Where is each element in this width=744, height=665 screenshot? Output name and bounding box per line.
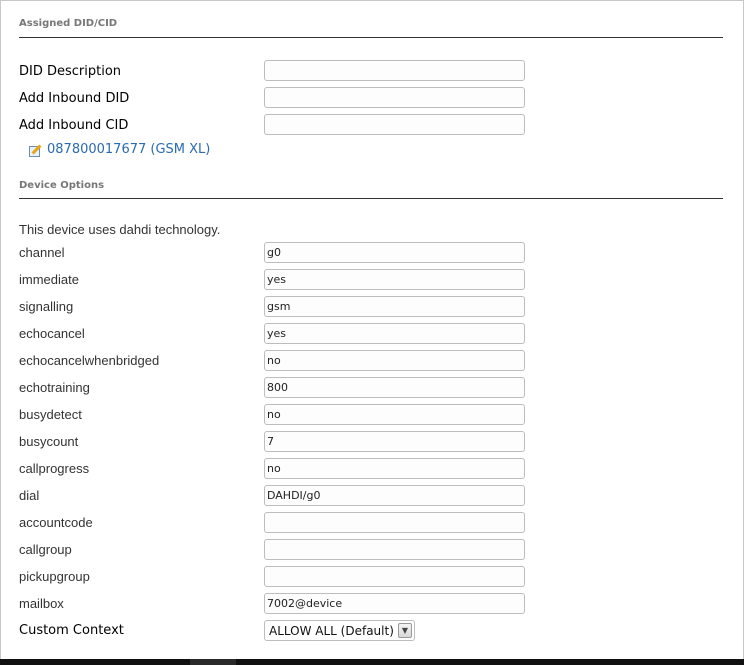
field-label-callgroup: callgroup bbox=[19, 542, 72, 557]
dial-input[interactable]: DAHDI/g0 bbox=[264, 485, 525, 506]
custom-context-select[interactable]: ALLOW ALL (Default) ▼ bbox=[264, 620, 415, 641]
busydetect-input[interactable]: no bbox=[264, 404, 525, 425]
custom-context-selected: ALLOW ALL (Default) bbox=[269, 623, 394, 638]
channel-input[interactable]: g0 bbox=[264, 242, 525, 263]
edit-icon[interactable] bbox=[29, 144, 42, 157]
inbound-cid-label: Add Inbound CID bbox=[19, 118, 129, 133]
section-title-assigned: Assigned DID/CID bbox=[19, 18, 118, 29]
existing-did-text[interactable]: 087800017677 (GSM XL) bbox=[47, 142, 210, 157]
echotraining-input[interactable]: 800 bbox=[264, 377, 525, 398]
field-label-echocancel: echocancel bbox=[19, 326, 85, 341]
did-description-label: DID Description bbox=[19, 64, 122, 79]
pickupgroup-input[interactable] bbox=[264, 566, 525, 587]
section-divider bbox=[19, 198, 723, 199]
mailbox-input[interactable]: 7002@device bbox=[264, 593, 525, 614]
field-label-busycount: busycount bbox=[19, 434, 79, 449]
field-label-mailbox: mailbox bbox=[19, 596, 64, 611]
field-label-channel: channel bbox=[19, 245, 65, 260]
immediate-input[interactable]: yes bbox=[264, 269, 525, 290]
callprogress-input[interactable]: no bbox=[264, 458, 525, 479]
accountcode-input[interactable] bbox=[264, 512, 525, 533]
inbound-did-input[interactable] bbox=[264, 87, 525, 108]
callgroup-input[interactable] bbox=[264, 539, 525, 560]
echocancel-input[interactable]: yes bbox=[264, 323, 525, 344]
custom-context-label: Custom Context bbox=[19, 623, 124, 638]
technology-note: This device uses dahdi technology. bbox=[19, 222, 221, 237]
field-label-signalling: signalling bbox=[19, 299, 74, 314]
field-label-callprogress: callprogress bbox=[19, 461, 90, 476]
inbound-did-label: Add Inbound DID bbox=[19, 91, 130, 106]
chevron-down-icon[interactable]: ▼ bbox=[397, 623, 412, 638]
did-description-input[interactable] bbox=[264, 60, 525, 81]
existing-did-link[interactable]: 087800017677 (GSM XL) bbox=[29, 142, 210, 157]
inbound-cid-input[interactable] bbox=[264, 114, 525, 135]
field-label-accountcode: accountcode bbox=[19, 515, 93, 530]
field-label-echotraining: echotraining bbox=[19, 380, 90, 395]
bottom-bar bbox=[0, 659, 744, 665]
field-label-pickupgroup: pickupgroup bbox=[19, 569, 90, 584]
field-label-immediate: immediate bbox=[19, 272, 79, 287]
field-label-dial: dial bbox=[19, 488, 40, 503]
page-frame: Assigned DID/CID DID Description Add Inb… bbox=[0, 0, 744, 660]
section-title-device: Device Options bbox=[19, 180, 105, 191]
field-label-busydetect: busydetect bbox=[19, 407, 82, 422]
busycount-input[interactable]: 7 bbox=[264, 431, 525, 452]
echocancelwhenbridged-input[interactable]: no bbox=[264, 350, 525, 371]
section-divider bbox=[19, 37, 723, 38]
field-label-echocancelwhenbridged: echocancelwhenbridged bbox=[19, 353, 160, 368]
signalling-input[interactable]: gsm bbox=[264, 296, 525, 317]
